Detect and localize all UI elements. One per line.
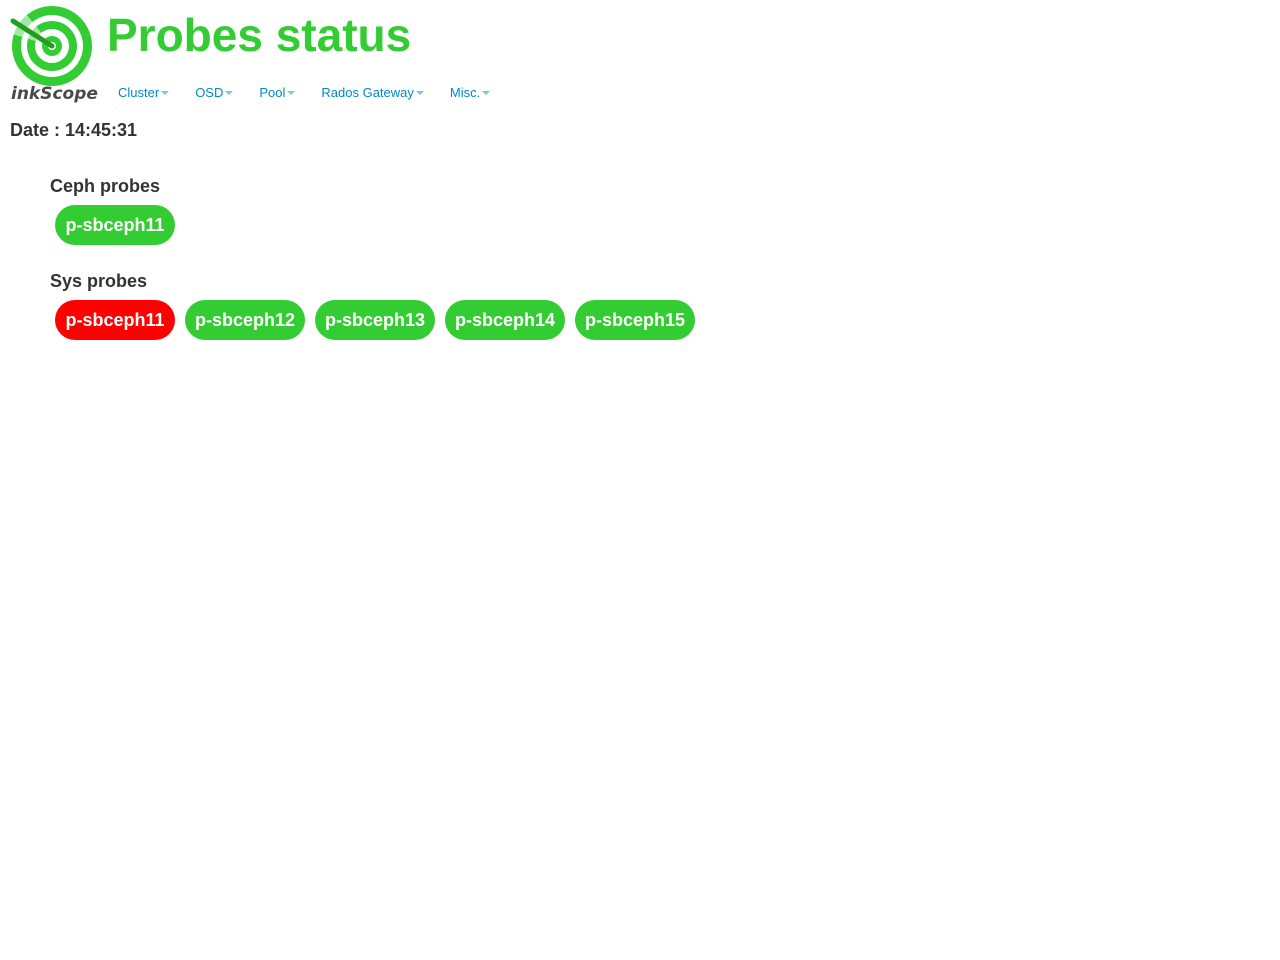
menu-cluster[interactable]: Cluster [118,84,170,100]
probe-badge[interactable]: p-sbceph11 [55,300,175,340]
probe-badge[interactable]: p-sbceph13 [315,300,435,340]
ceph-probe-list: p-sbceph11 [55,205,185,245]
menu-rados-gateway-label: Rados Gateway [321,84,414,100]
menu-pool-label: Pool [259,84,286,100]
menu-misc-label: Misc. [449,84,481,100]
menu-misc[interactable]: Misc. [449,84,491,100]
menu-osd-label: OSD [195,84,224,100]
main-menu: Cluster OSD Pool Rados Gateway Misc. [118,83,491,101]
sys-probes-section: Sys probes p-sbceph11 p-sbceph12 p-sbcep… [50,271,705,340]
caret-down-icon [161,90,170,95]
sys-probe-list: p-sbceph11 p-sbceph12 p-sbceph13 p-sbcep… [55,300,705,340]
probe-badge[interactable]: p-sbceph15 [575,300,695,340]
page-title: Probes status [107,9,412,61]
ceph-probes-section: Ceph probes p-sbceph11 [50,176,185,245]
ceph-probes-title: Ceph probes [50,176,161,196]
probe-badge[interactable]: p-sbceph11 [55,205,175,245]
caret-down-icon [287,90,296,95]
inkscope-logo[interactable]: inkScope [8,4,98,108]
radar-target-icon [10,6,92,86]
caret-down-icon [225,90,234,95]
menu-cluster-label: Cluster [118,84,160,100]
menu-pool[interactable]: Pool [259,84,296,100]
probe-badge[interactable]: p-sbceph12 [185,300,305,340]
sys-probes-title: Sys probes [50,271,148,291]
header: inkScope Probes status Cluster OSD Pool … [0,0,1280,112]
caret-down-icon [482,90,491,95]
caret-down-icon [415,90,424,95]
menu-rados-gateway[interactable]: Rados Gateway [321,85,424,100]
menu-osd[interactable]: OSD [195,84,234,100]
logo-text: inkScope [11,84,98,104]
date-display: Date : 14:45:31 [10,120,138,140]
probe-badge[interactable]: p-sbceph14 [445,300,565,340]
